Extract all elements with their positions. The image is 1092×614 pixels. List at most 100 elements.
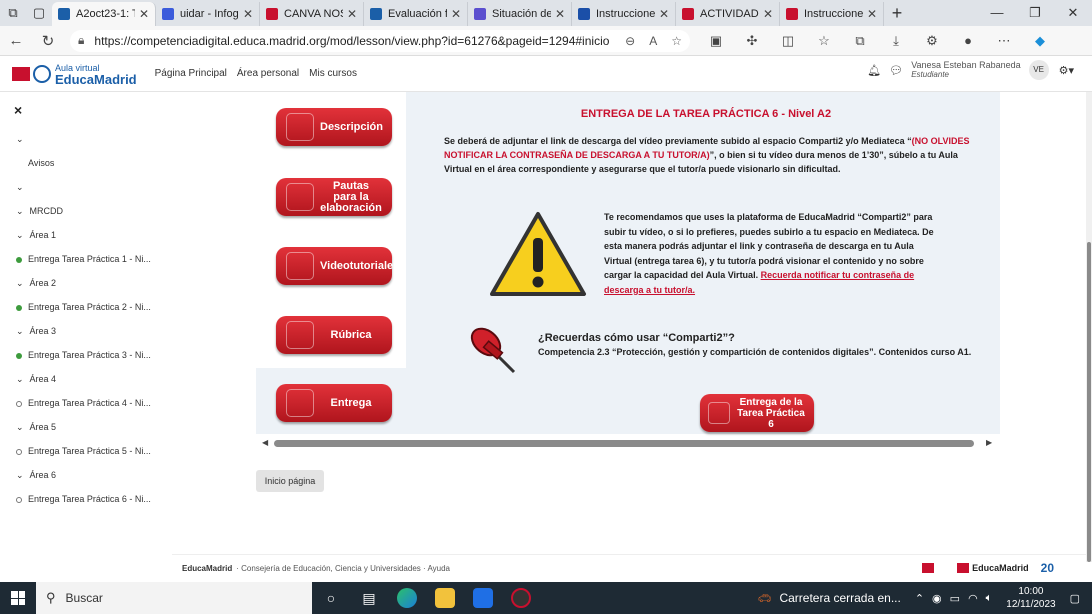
battery-icon[interactable]: ▭ xyxy=(950,592,960,605)
description-button[interactable]: Descripción xyxy=(276,108,392,146)
sidebar-section[interactable]: ⌄ Área 6 xyxy=(16,470,56,481)
zoom-icon[interactable]: ⊖ xyxy=(625,34,635,48)
notifications-icon[interactable]: ▢ xyxy=(1070,592,1080,605)
performance-icon[interactable]: ⚙ xyxy=(914,33,950,49)
sidebar-section-toggle[interactable]: ⌄ xyxy=(16,134,24,145)
close-tab-icon[interactable]: ✕ xyxy=(451,7,461,21)
minimize-button[interactable]: — xyxy=(978,0,1016,26)
footer-links[interactable]: · Consejería de Educación, Ciencia y Uni… xyxy=(236,564,450,573)
address-bar-row: ← ↻ 🔒︎ https://competenciadigital.educa.… xyxy=(0,26,1092,56)
settings-icon[interactable]: ⚙▾ xyxy=(1059,64,1074,77)
maximize-button[interactable]: ❐ xyxy=(1016,0,1054,26)
horizontal-scrollbar[interactable]: ◀ ▶ xyxy=(256,438,996,450)
browser-tab-5[interactable]: Situación de ✕ xyxy=(468,2,572,26)
edge-icon[interactable] xyxy=(388,582,426,614)
profile-icon[interactable]: ● xyxy=(950,33,986,49)
scroll-right-icon[interactable]: ▶ xyxy=(986,438,992,447)
browser-tab-6[interactable]: Instrucciones ✕ xyxy=(572,2,676,26)
close-tab-icon[interactable]: ✕ xyxy=(867,7,877,21)
clock[interactable]: 10:00 12/11/2023 xyxy=(1006,585,1055,611)
scroll-left-icon[interactable]: ◀ xyxy=(262,438,268,447)
browser-tab-7[interactable]: ACTIVIDAD ✕ xyxy=(676,2,780,26)
nav-my-courses[interactable]: Mis cursos xyxy=(309,68,357,79)
nav-personal-area[interactable]: Área personal xyxy=(237,68,299,79)
close-tab-icon[interactable]: ✕ xyxy=(763,7,773,21)
sidebar-section[interactable]: ⌄ Área 4 xyxy=(16,374,56,385)
page-vertical-scrollbar[interactable] xyxy=(1086,92,1092,562)
taskbar-search[interactable]: ⚲ Buscar xyxy=(36,582,312,614)
browser-tab-2[interactable]: uidar - Infog ✕ xyxy=(156,2,260,26)
chevron-down-icon[interactable]: ⌄ xyxy=(16,134,24,144)
close-tab-icon[interactable]: ✕ xyxy=(659,7,669,21)
close-sidebar-icon[interactable]: × xyxy=(14,102,22,118)
guidelines-button[interactable]: Pautas para la elaboración xyxy=(276,178,392,216)
favorites-icon[interactable]: ☆ xyxy=(806,33,842,49)
submit-task-6-button[interactable]: Entrega de la Tarea Práctica 6 xyxy=(700,394,814,432)
close-tab-icon[interactable]: ✕ xyxy=(555,7,565,21)
close-tab-icon[interactable]: ✕ xyxy=(139,7,149,21)
weather-text[interactable]: Carretera cerrada en... xyxy=(779,591,900,605)
chevron-down-icon[interactable]: ⌄ xyxy=(16,182,24,192)
wifi-icon[interactable]: ◠ xyxy=(968,592,978,605)
volume-icon[interactable]: 🔈︎ xyxy=(986,592,993,605)
new-tab-button[interactable]: + xyxy=(884,0,910,26)
sidebar-section[interactable]: ⌄ Área 3 xyxy=(16,326,56,337)
dropbox-icon[interactable] xyxy=(464,582,502,614)
collections-icon[interactable]: ⧉ xyxy=(842,33,878,49)
sidebar-activity[interactable]: Entrega Tarea Práctica 3 - Ni... xyxy=(16,350,151,360)
tab-actions-icon[interactable]: ▢ xyxy=(26,0,52,26)
sidebar-activity[interactable]: Entrega Tarea Práctica 1 - Ni... xyxy=(16,254,151,264)
nav-home[interactable]: Página Principal xyxy=(155,68,227,79)
sidebar-section[interactable]: ⌄ Área 1 xyxy=(16,230,56,241)
page-top-button[interactable]: Inicio página xyxy=(256,470,324,492)
scrollbar-thumb[interactable] xyxy=(274,440,974,447)
cortana-icon[interactable]: ○ xyxy=(312,582,350,614)
sidebar-item-avisos[interactable]: Avisos xyxy=(28,158,54,168)
copilot-icon[interactable]: ◆ xyxy=(1022,33,1058,49)
bell-icon[interactable]: 🔔︎ xyxy=(867,64,881,77)
favorite-star-icon[interactable]: ☆ xyxy=(671,34,682,48)
sidebar-section[interactable]: ⌄ MRCDD xyxy=(16,206,63,217)
browser-tab-4[interactable]: Evaluación fi ✕ xyxy=(364,2,468,26)
extension-icon[interactable]: ▣ xyxy=(698,33,734,49)
entrega-button[interactable]: Entrega xyxy=(276,384,392,422)
sidebar-activity[interactable]: Entrega Tarea Práctica 6 - Ni... xyxy=(16,494,151,504)
read-aloud-icon[interactable]: A xyxy=(649,34,657,48)
sidebar-section[interactable]: ⌄ Área 2 xyxy=(16,278,56,289)
split-screen-icon[interactable]: ◫ xyxy=(770,33,806,49)
close-tab-icon[interactable]: ✕ xyxy=(243,7,253,21)
rubric-button[interactable]: Rúbrica xyxy=(276,316,392,354)
workspaces-icon[interactable]: ⧉ xyxy=(0,0,26,26)
browser-tab-8[interactable]: Instrucciones ✕ xyxy=(780,2,884,26)
tab-favicon-icon xyxy=(682,8,694,20)
sidebar-section-toggle[interactable]: ⌄ xyxy=(16,182,24,193)
browser-tab-3[interactable]: CANVA NOS ✕ xyxy=(260,2,364,26)
back-button[interactable]: ← xyxy=(0,32,32,49)
chevron-up-icon[interactable]: ⌃ xyxy=(915,592,924,605)
tray-app-icon[interactable]: ◉ xyxy=(932,592,942,605)
close-tab-icon[interactable]: ✕ xyxy=(347,7,357,21)
close-window-button[interactable]: ✕ xyxy=(1054,0,1092,26)
sidebar-activity[interactable]: Entrega Tarea Práctica 2 - Ni... xyxy=(16,302,151,312)
puzzle-icon[interactable]: ✣ xyxy=(734,33,770,49)
completion-icon xyxy=(16,256,22,263)
url-field[interactable]: 🔒︎ https://competenciadigital.educa.madr… xyxy=(70,29,690,52)
downloads-icon[interactable]: ⤓ xyxy=(878,33,914,49)
sidebar-activity[interactable]: Entrega Tarea Práctica 4 - Ni... xyxy=(16,398,151,408)
screen-recorder-icon[interactable] xyxy=(502,582,540,614)
sidebar-section[interactable]: ⌄ Área 5 xyxy=(16,422,56,433)
task-view-icon[interactable]: ▤ xyxy=(350,582,388,614)
videotutorials-button[interactable]: Videotutoriales xyxy=(276,247,399,285)
reload-button[interactable]: ↻ xyxy=(32,32,64,50)
file-explorer-icon[interactable] xyxy=(426,582,464,614)
sidebar-activity[interactable]: Entrega Tarea Práctica 5 - Ni... xyxy=(16,446,151,456)
footer-brand[interactable]: EducaMadrid xyxy=(182,564,232,573)
chat-icon[interactable]: 💬︎ xyxy=(889,64,903,77)
vertical-scroll-thumb[interactable] xyxy=(1087,242,1091,562)
sidebar-section-label: Área 1 xyxy=(29,230,57,240)
more-menu-icon[interactable]: ⋯ xyxy=(986,33,1022,49)
start-button[interactable] xyxy=(0,582,36,614)
browser-tab-1[interactable]: A2oct23-1: T ✕ xyxy=(52,2,156,26)
educamadrid-logo[interactable]: Aula virtual EducaMadrid xyxy=(12,63,137,86)
avatar[interactable]: VE xyxy=(1028,60,1049,80)
